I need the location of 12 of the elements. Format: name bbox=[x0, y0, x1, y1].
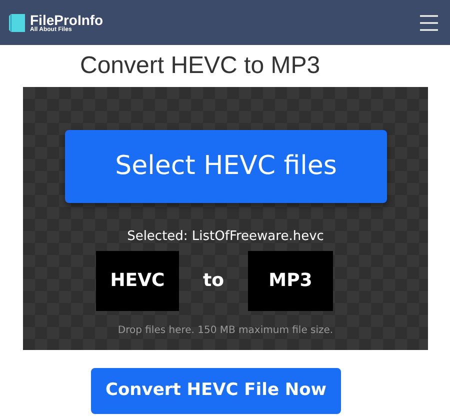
select-files-button[interactable]: Select HEVC files bbox=[65, 130, 387, 203]
convert-button[interactable]: Convert HEVC File Now bbox=[91, 368, 341, 414]
to-text: to bbox=[203, 269, 224, 293]
source-format-label: HEVC bbox=[96, 250, 179, 310]
target-format-label: MP3 bbox=[248, 250, 333, 310]
drop-zone[interactable]: Select HEVC files Selected: ListOfFreeware.hevc HEVC to MP3 Drop files here. 150 MB maximum file size. bbox=[23, 87, 428, 350]
brand-name[interactable]: FileProInfo bbox=[30, 12, 104, 26]
page-title: Convert HEVC to MP3 bbox=[80, 51, 322, 81]
drop-hint-text: Drop files here. 150 MB maximum file size. bbox=[118, 324, 334, 338]
logo-icon bbox=[8, 12, 26, 32]
menu-icon[interactable] bbox=[420, 14, 438, 30]
selected-file-text: Selected: ListOfFreeware.hevc bbox=[127, 228, 324, 246]
